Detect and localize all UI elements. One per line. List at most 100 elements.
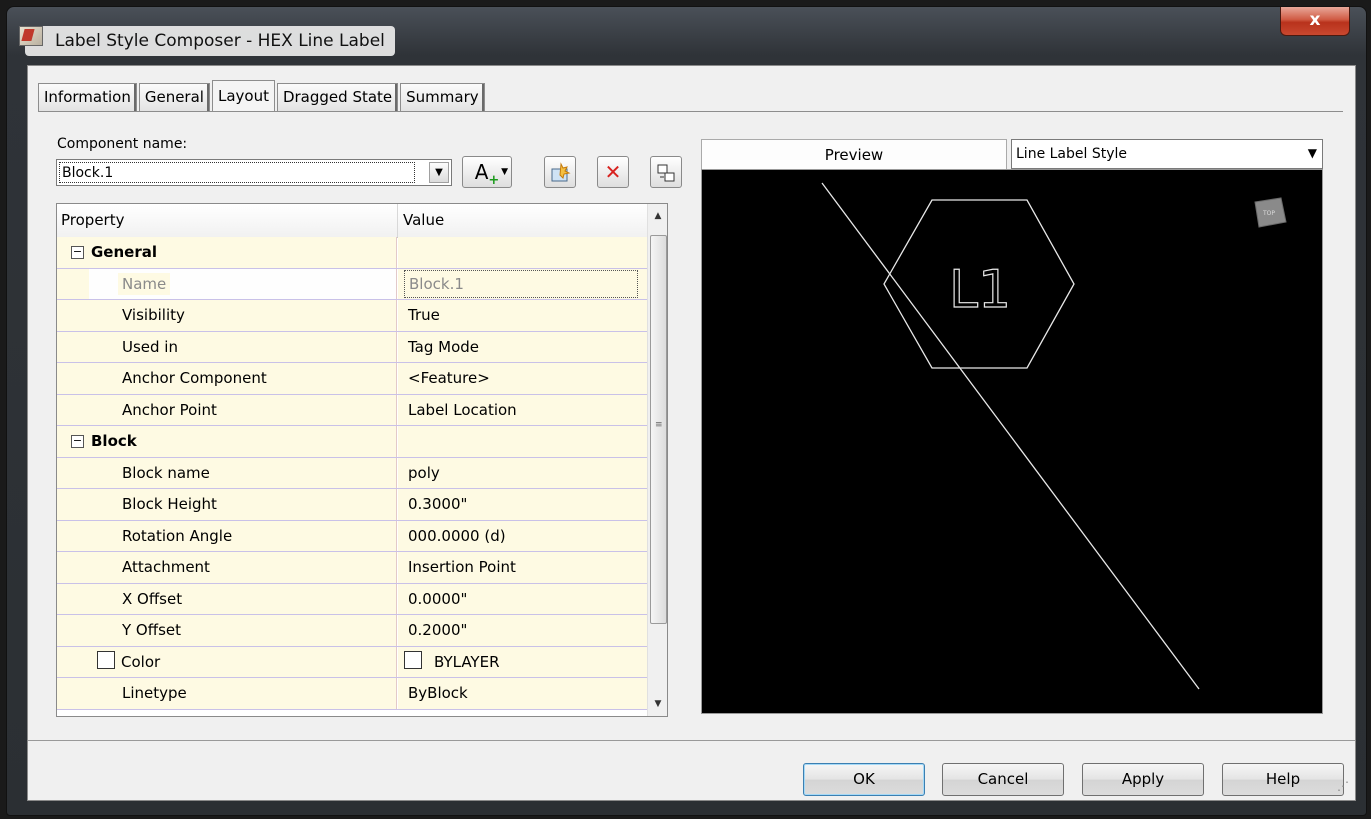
category-value [398, 426, 647, 457]
property-value[interactable]: 0.3000" [398, 489, 647, 520]
scroll-down-icon[interactable]: ▼ [648, 694, 667, 714]
collapse-icon[interactable]: − [71, 246, 84, 259]
property-value[interactable]: ByBlock [398, 678, 647, 709]
draw-order-icon [655, 163, 677, 181]
property-row-linetype[interactable]: Linetype ByBlock [57, 678, 647, 710]
property-row-block-name[interactable]: Block name poly [57, 457, 647, 489]
preview-drawing: L1 TOP [821, 182, 1287, 690]
component-name-value: Block.1 [59, 162, 415, 183]
preview-line [821, 182, 1200, 690]
grid-rows: − General Name Block.1 Visibility True U… [57, 237, 647, 710]
property-row-anchor-component[interactable]: Anchor Component <Feature> [57, 363, 647, 395]
property-value[interactable]: Tag Mode [398, 331, 647, 362]
preview-tab[interactable]: Preview [701, 139, 1007, 169]
property-row-color[interactable]: Color BYLAYER [57, 646, 647, 678]
copy-component-icon [549, 161, 571, 181]
color-swatch [404, 651, 422, 669]
property-row-rotation-angle[interactable]: Rotation Angle 000.0000 (d) [57, 520, 647, 552]
cancel-button[interactable]: Cancel [942, 763, 1064, 796]
scroll-thumb[interactable]: ≡ [650, 235, 667, 624]
preview-label-text: L1 [949, 260, 1011, 320]
property-label: Name [89, 268, 397, 299]
component-name-label: Component name: [57, 136, 188, 152]
property-row-attachment[interactable]: Attachment Insertion Point [57, 552, 647, 584]
collapse-icon[interactable]: − [71, 435, 84, 448]
value-column-header[interactable]: Value [403, 211, 444, 229]
category-label: General [57, 237, 397, 268]
tab-information[interactable]: Information [38, 83, 137, 111]
property-label: Linetype [89, 678, 397, 709]
property-column-header[interactable]: Property [61, 211, 124, 229]
tab-layout[interactable]: Layout [211, 80, 275, 112]
help-button[interactable]: Help [1222, 763, 1344, 796]
property-value[interactable]: Label Location [398, 394, 647, 425]
viewcube-label: TOP [1262, 210, 1275, 217]
property-value[interactable]: Block.1 [398, 268, 647, 299]
color-checkbox[interactable] [97, 651, 115, 669]
property-label: Block name [89, 457, 397, 488]
category-row-block[interactable]: − Block [57, 426, 647, 458]
property-value[interactable]: Insertion Point [398, 552, 647, 583]
property-value[interactable]: <Feature> [398, 363, 647, 394]
property-row-visibility[interactable]: Visibility True [57, 300, 647, 332]
close-button[interactable]: x [1280, 7, 1350, 36]
chevron-down-icon[interactable]: ▼ [429, 162, 449, 183]
dialog-client-area: Information General Layout Dragged State… [27, 65, 1356, 801]
property-label: Anchor Point [89, 394, 397, 425]
property-value[interactable]: True [398, 300, 647, 331]
component-draw-order-button[interactable] [650, 156, 682, 188]
property-label: Rotation Angle [89, 520, 397, 551]
property-row-name[interactable]: Name Block.1 [57, 268, 647, 300]
property-row-used-in[interactable]: Used in Tag Mode [57, 331, 647, 363]
property-grid: Property Value − General Name Block.1 Vi… [56, 203, 668, 717]
property-label: Visibility [89, 300, 397, 331]
property-row-block-height[interactable]: Block Height 0.3000" [57, 489, 647, 521]
category-label: Block [57, 426, 397, 457]
property-label: X Offset [89, 583, 397, 614]
property-value[interactable]: poly [398, 457, 647, 488]
property-value[interactable]: 0.2000" [398, 615, 647, 646]
preview-style-select[interactable]: Line Label Style ▼ [1011, 139, 1323, 169]
property-value[interactable]: 0.0000" [398, 583, 647, 614]
chevron-down-icon: ▼ [501, 167, 508, 177]
window-title: Label Style Composer - HEX Line Label [25, 26, 395, 56]
property-label: Block Height [89, 489, 397, 520]
property-label: Used in [89, 331, 397, 362]
chevron-down-icon: ▼ [1307, 146, 1317, 160]
grid-scrollbar[interactable]: ▲ ≡ ▼ [647, 204, 667, 716]
property-label: Attachment [89, 552, 397, 583]
category-row-general[interactable]: − General [57, 237, 647, 269]
create-text-component-button[interactable]: A+ ▼ [462, 156, 512, 188]
tab-dragged-state[interactable]: Dragged State [276, 83, 399, 111]
delete-icon: ✕ [604, 160, 622, 184]
component-name-select[interactable]: Block.1 ▼ [56, 159, 452, 186]
preview-canvas[interactable]: L1 TOP [701, 169, 1323, 714]
property-row-y-offset[interactable]: Y Offset 0.2000" [57, 615, 647, 647]
copy-component-button[interactable] [544, 156, 576, 188]
title-bar[interactable]: Label Style Composer - HEX Line Label x [7, 7, 1366, 56]
preview-style-value: Line Label Style [1016, 146, 1128, 162]
property-value[interactable]: BYLAYER [398, 646, 647, 677]
category-value [398, 237, 647, 268]
property-value[interactable]: 000.0000 (d) [398, 520, 647, 551]
text-component-icon: A+ [474, 160, 500, 188]
scroll-up-icon[interactable]: ▲ [648, 206, 667, 226]
tab-general[interactable]: General [138, 83, 210, 111]
delete-component-button[interactable]: ✕ [597, 156, 629, 188]
property-row-anchor-point[interactable]: Anchor Point Label Location [57, 394, 647, 426]
resize-grip-icon[interactable]: ⋰ [1337, 780, 1353, 798]
tab-strip: Information General Layout Dragged State… [38, 79, 487, 112]
grip-icon: ≡ [655, 420, 663, 430]
dialog-window: Label Style Composer - HEX Line Label x … [6, 6, 1367, 816]
app-icon [19, 26, 43, 46]
ok-button[interactable]: OK [803, 763, 925, 796]
tab-summary[interactable]: Summary [400, 83, 485, 111]
grid-header: Property Value [57, 204, 647, 238]
viewcube-icon[interactable]: TOP [1254, 197, 1287, 228]
footer-divider [28, 740, 1355, 741]
column-divider[interactable] [397, 204, 398, 237]
apply-button[interactable]: Apply [1082, 763, 1204, 796]
property-row-x-offset[interactable]: X Offset 0.0000" [57, 583, 647, 615]
property-label: Anchor Component [89, 363, 397, 394]
property-label: Color [89, 646, 397, 677]
